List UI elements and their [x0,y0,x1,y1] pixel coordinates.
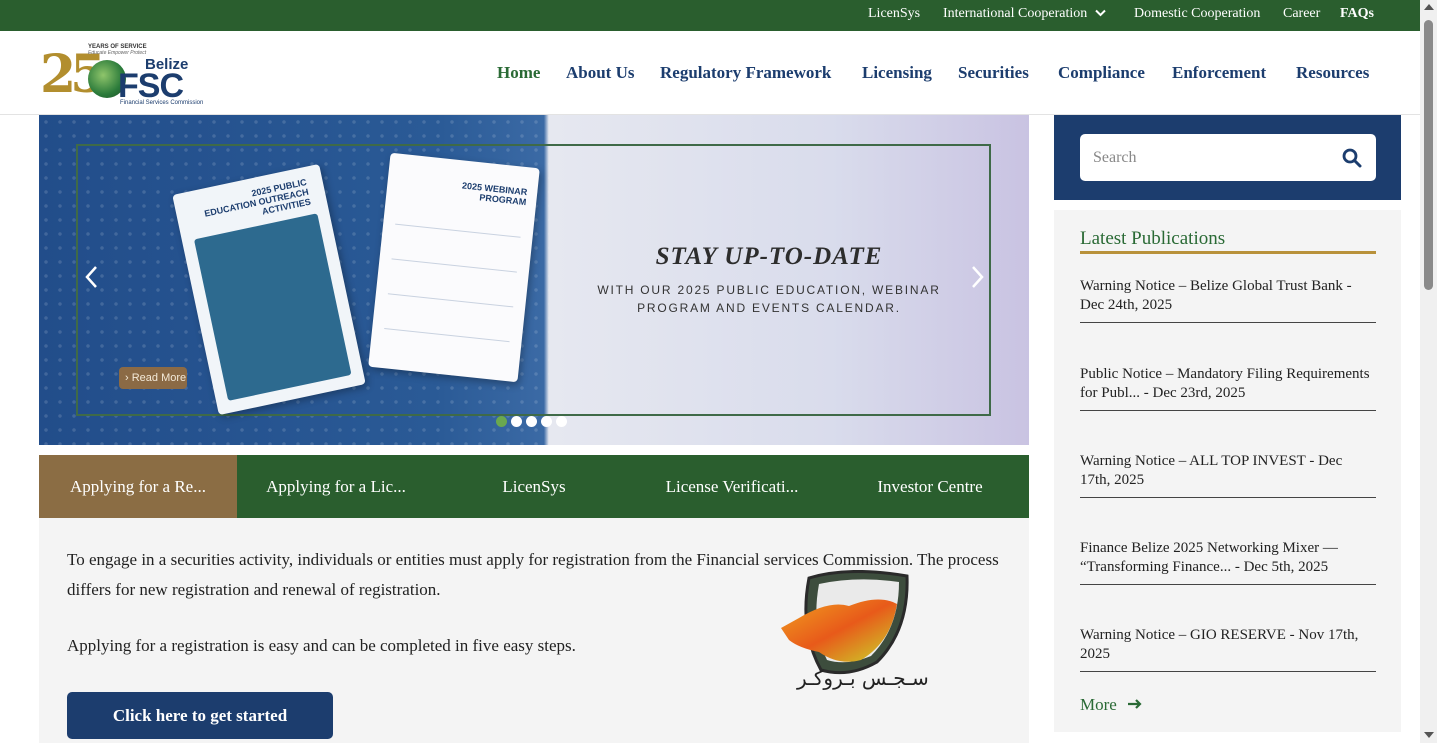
nav-compliance[interactable]: Compliance [1058,63,1145,83]
site-logo[interactable]: 25 YEARS OF SERVICE Educate Empower Prot… [40,43,203,106]
slider-dot[interactable] [556,416,567,427]
nav-licensing[interactable]: Licensing [862,63,932,83]
publication-item[interactable]: Warning Notice – Belize Global Trust Ban… [1080,277,1376,323]
scroll-thumb[interactable] [1424,20,1433,290]
nav-home[interactable]: Home [497,63,540,83]
logo-full-name: Financial Services Commission [120,100,204,106]
arrow-right-icon [1128,699,1142,709]
slider-dot[interactable] [496,416,507,427]
logo-acronym: FSC [118,67,184,105]
watermark-text: سـجـس بـروكـر [797,666,929,690]
nav-securities[interactable]: Securities [958,63,1029,83]
publication-item[interactable]: Warning Notice – GIO RESERVE - Nov 17th,… [1080,626,1376,672]
read-more-label: Read More [131,372,187,384]
nav-enforcement[interactable]: Enforcement [1172,63,1266,83]
slider-dot[interactable] [511,416,522,427]
slider-next-button[interactable] [971,265,985,295]
tab-applying-license[interactable]: Applying for a Lic... [237,455,435,518]
nav-regulatory-framework[interactable]: Regulatory Framework [660,63,831,83]
flyer-divider [387,293,514,308]
publications-title: Latest Publications [1080,228,1376,254]
hero-slider[interactable]: 2025 PUBLIC EDUCATION OUTREACH ACTIVITIE… [39,115,1029,445]
publication-item[interactable]: Finance Belize 2025 Networking Mixer — “… [1080,539,1376,585]
chevron-right-icon [972,266,984,288]
site-header: 25 YEARS OF SERVICE Educate Empower Prot… [0,31,1420,115]
topbar-link-career[interactable]: Career [1283,6,1320,22]
scroll-up-icon[interactable] [1424,4,1434,10]
flyer-title: 2025 WEBINAR PROGRAM [461,180,528,208]
flyer-divider [391,258,517,273]
latest-publications-panel: Latest Publications Warning Notice – Bel… [1054,210,1401,732]
tab-license-verification[interactable]: License Verificati... [633,455,831,518]
nav-about-us[interactable]: About Us [566,63,635,83]
page-scrollbar[interactable] [1420,0,1437,743]
publication-item[interactable]: Public Notice – Mandatory Filing Require… [1080,365,1376,411]
tab-panel: To engage in a securities activity, indi… [39,518,1029,743]
search-panel [1054,115,1401,200]
topbar-link-domestic-cooperation[interactable]: Domestic Cooperation [1134,6,1260,22]
scroll-down-icon[interactable] [1424,732,1434,738]
search-box [1080,134,1376,181]
flyer-body [193,213,352,401]
topbar-link-faqs[interactable]: FAQs [1340,6,1374,22]
topbar-link-international-cooperation[interactable]: International Cooperation [943,6,1106,22]
search-icon[interactable] [1342,148,1362,168]
flyer-divider [395,223,521,238]
top-bar: LicenSys International Cooperation Domes… [0,0,1420,31]
slider-prev-button[interactable] [84,265,98,295]
more-publications-link[interactable]: More [1080,695,1143,715]
slider-dot[interactable] [541,416,552,427]
webinar-flyer-image: 2025 WEBINAR PROGRAM [368,152,540,383]
nav-resources[interactable]: Resources [1296,63,1369,83]
read-more-button[interactable]: › Read More [119,367,187,389]
slider-pagination [496,414,571,427]
slider-dot[interactable] [526,416,537,427]
flyer-divider [384,328,510,343]
more-label: More [1080,695,1117,714]
hero-headline: STAY UP-TO-DATE [655,243,883,270]
topbar-link-licensys[interactable]: LicenSys [868,6,920,22]
hero-subline: WITH OUR 2025 PUBLIC EDUCATION, WEBINAR … [597,283,941,315]
chevron-down-icon [1095,9,1106,17]
tab-licensys[interactable]: LicenSys [435,455,633,518]
tab-investor-centre[interactable]: Investor Centre [831,455,1029,518]
publication-item[interactable]: Warning Notice – ALL TOP INVEST - Dec 17… [1080,452,1376,498]
logo-tagline: Educate Empower Protect [88,50,147,56]
chevron-left-icon [85,266,97,288]
tab-applying-registration[interactable]: Applying for a Re... [39,455,237,518]
service-tabs: Applying for a Re... Applying for a Lic.… [39,455,1029,518]
topbar-link-label: International Cooperation [943,6,1088,21]
search-input[interactable] [1080,134,1330,181]
get-started-button[interactable]: Click here to get started [67,692,333,739]
